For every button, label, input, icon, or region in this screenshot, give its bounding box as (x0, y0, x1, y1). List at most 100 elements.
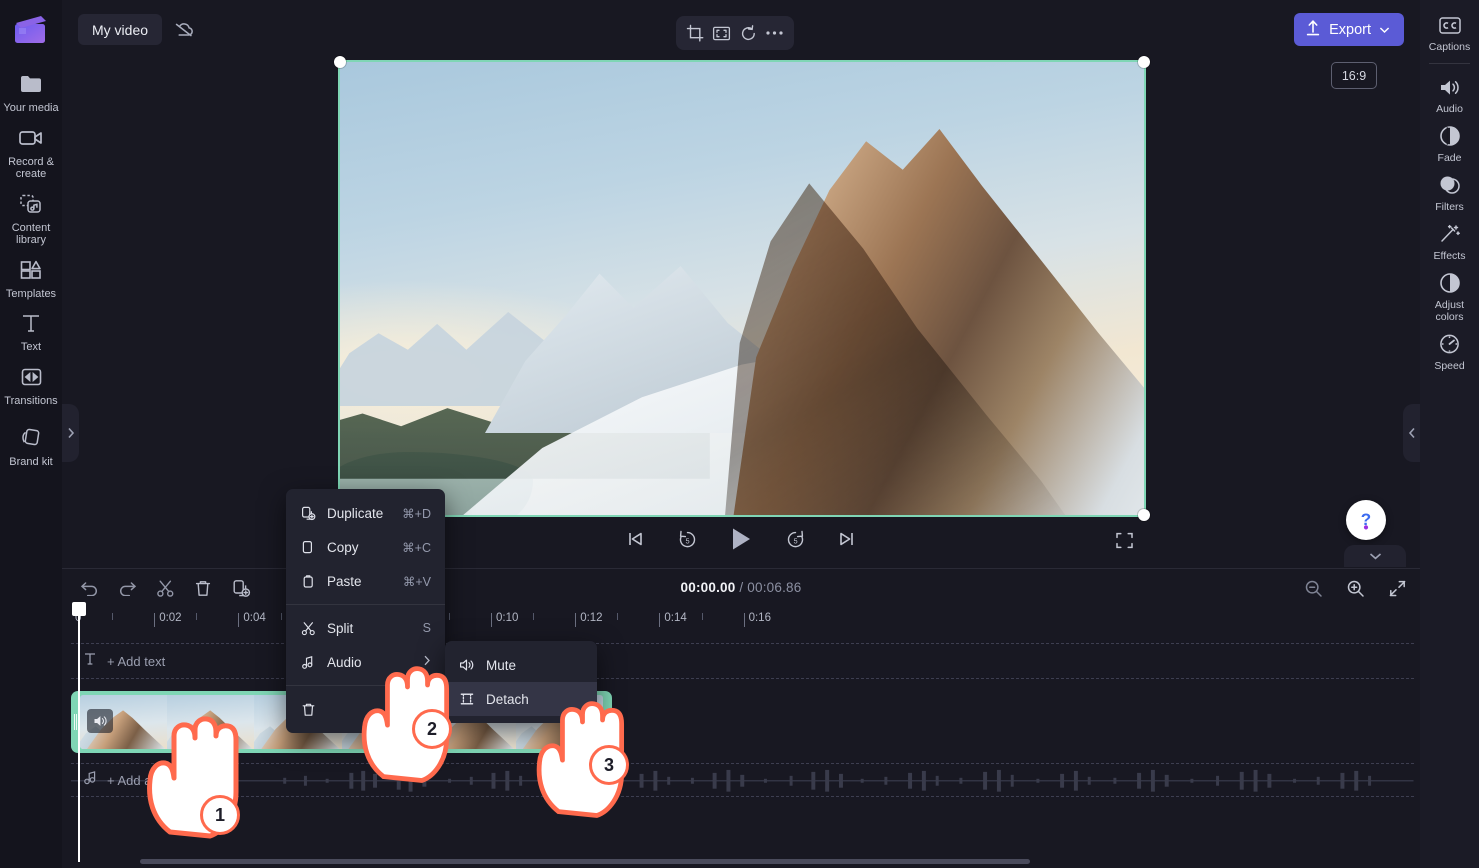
context-menu-item-copy[interactable]: Copy ⌘+C (286, 530, 445, 564)
sidebar-item-your-media[interactable]: Your media (0, 64, 62, 118)
total-time: 00:06.86 (747, 580, 802, 595)
context-menu-label: Split (327, 620, 354, 636)
sidebar-item-record-create[interactable]: Record & create (0, 118, 62, 184)
submenu-item-mute[interactable]: Mute (445, 648, 597, 682)
ruler-label: 0:14 (664, 612, 687, 624)
ruler-label: 0:12 (580, 612, 603, 624)
tutorial-step-badge-3: 3 (589, 745, 629, 785)
sidebar-item-label: Templates (5, 287, 57, 300)
sidebar-item-brand-kit[interactable]: Brand kit (0, 418, 62, 472)
transitions-icon (20, 362, 43, 392)
context-menu-item-split[interactable]: Split S (286, 611, 445, 645)
scissors-icon (300, 620, 316, 636)
sidebar-item-content-library[interactable]: Content library (0, 184, 62, 250)
sidebar-item-label: Transitions (4, 394, 58, 407)
detach-icon (459, 691, 475, 707)
export-button[interactable]: Export (1294, 13, 1404, 46)
audio-waveform (71, 769, 1414, 792)
text-track[interactable]: + Add text (71, 643, 1414, 679)
playback-controls: 5 5 (62, 522, 1420, 570)
playhead-handle[interactable] (72, 602, 86, 616)
right-item-fade[interactable]: Fade (1420, 117, 1479, 166)
sidebar-item-text[interactable]: Text (0, 303, 62, 357)
preview-stage: 5 5 (62, 56, 1420, 565)
right-item-label: Fade (1437, 152, 1462, 164)
ruler-minor-tick (701, 613, 703, 620)
left-sidebar: Your media Record & create Content libra… (0, 0, 62, 868)
sidebar-item-templates[interactable]: Templates (0, 250, 62, 304)
paste-icon (300, 573, 316, 589)
more-horizontal-icon[interactable] (762, 20, 788, 46)
resize-handle-bottom-right[interactable] (1138, 509, 1150, 521)
export-label: Export (1329, 21, 1371, 38)
context-menu-separator (286, 604, 445, 605)
clip-mute-button[interactable] (87, 709, 113, 733)
app-logo[interactable] (11, 10, 51, 50)
timeline-scrollbar-track[interactable] (124, 859, 1361, 864)
clipchamp-editor: Your media Record & create Content libra… (0, 0, 1479, 868)
ruler-label: 0:02 (159, 612, 182, 624)
contrast-icon (1439, 270, 1461, 296)
fit-icon[interactable] (709, 20, 735, 46)
video-preview[interactable] (338, 60, 1146, 517)
context-menu-item-paste[interactable]: Paste ⌘+V (286, 564, 445, 598)
fade-icon (1439, 123, 1461, 149)
undo-icon[interactable] (76, 575, 102, 601)
collapse-timeline-button[interactable] (1344, 545, 1406, 567)
copy-icon (300, 539, 316, 555)
ruler-minor-tick (196, 613, 198, 620)
redo-icon[interactable] (114, 575, 140, 601)
sidebar-item-transitions[interactable]: Transitions (0, 357, 62, 411)
skip-start-icon[interactable] (620, 524, 650, 554)
help-button[interactable]: ? (1346, 500, 1386, 540)
cloud-off-icon[interactable] (168, 14, 200, 45)
crop-icon[interactable] (682, 20, 708, 46)
fit-timeline-icon[interactable] (1384, 575, 1410, 601)
zoom-in-icon[interactable] (1342, 575, 1368, 601)
rotate-icon[interactable] (735, 20, 761, 46)
timeline-scrollbar-thumb[interactable] (140, 859, 1030, 864)
music-note-icon (300, 654, 316, 670)
right-item-label: Audio (1436, 103, 1463, 115)
timeline-toolbar: 00:00.00 / 00:06.86 (62, 569, 1420, 607)
filters-icon (1438, 172, 1462, 198)
tutorial-step-badge-1: 1 (200, 795, 240, 835)
play-button[interactable] (724, 522, 758, 556)
folder-icon (19, 69, 43, 99)
context-menu-item-duplicate[interactable]: Duplicate ⌘+D (286, 496, 445, 530)
ruler-minor-tick (617, 613, 619, 620)
resize-handle-top-right[interactable] (1138, 56, 1150, 68)
skip-end-icon[interactable] (832, 524, 862, 554)
project-title-input[interactable]: My video (78, 14, 163, 45)
scissors-icon[interactable] (152, 575, 178, 601)
right-item-effects[interactable]: Effects (1420, 215, 1479, 264)
audio-track[interactable]: + Add audio (71, 763, 1414, 797)
rail-divider (1429, 63, 1470, 64)
sidebar-item-label: Record & create (8, 155, 54, 181)
context-menu-shortcut: ⌘+C (402, 540, 431, 555)
chevron-down-icon (1369, 553, 1381, 560)
zoom-out-icon[interactable] (1300, 575, 1326, 601)
right-item-adjust-colors[interactable]: Adjust colors (1420, 264, 1479, 325)
playhead[interactable] (72, 602, 86, 862)
trash-icon[interactable] (190, 575, 216, 601)
forward-5-icon[interactable]: 5 (780, 524, 810, 554)
right-item-filters[interactable]: Filters (1420, 166, 1479, 215)
duplicate-icon[interactable] (228, 575, 254, 601)
sidebar-item-label: Brand kit (9, 456, 53, 468)
resize-handle-top-left[interactable] (334, 56, 346, 68)
right-item-captions[interactable]: Captions (1420, 6, 1479, 55)
timeline-ruler[interactable]: 00:020:040:060:080:100:120:140:16 (62, 607, 1420, 635)
right-item-label: Speed (1434, 360, 1465, 372)
right-item-speed[interactable]: Speed (1420, 325, 1479, 374)
right-item-label: Captions (1428, 41, 1471, 53)
sidebar-item-label: Text (20, 341, 42, 353)
fullscreen-icon[interactable] (1110, 526, 1138, 554)
rewind-5-icon[interactable]: 5 (672, 524, 702, 554)
text-t-icon (83, 651, 97, 671)
timeline-panel: 00:00.00 / 00:06.86 0:02 0:04 0:10 0:12 … (62, 568, 1420, 868)
right-item-label: Adjust colors (1434, 299, 1465, 323)
ruler-minor-tick (448, 613, 450, 620)
context-menu-label: Duplicate (327, 505, 384, 521)
right-item-audio[interactable]: Audio (1420, 68, 1479, 117)
